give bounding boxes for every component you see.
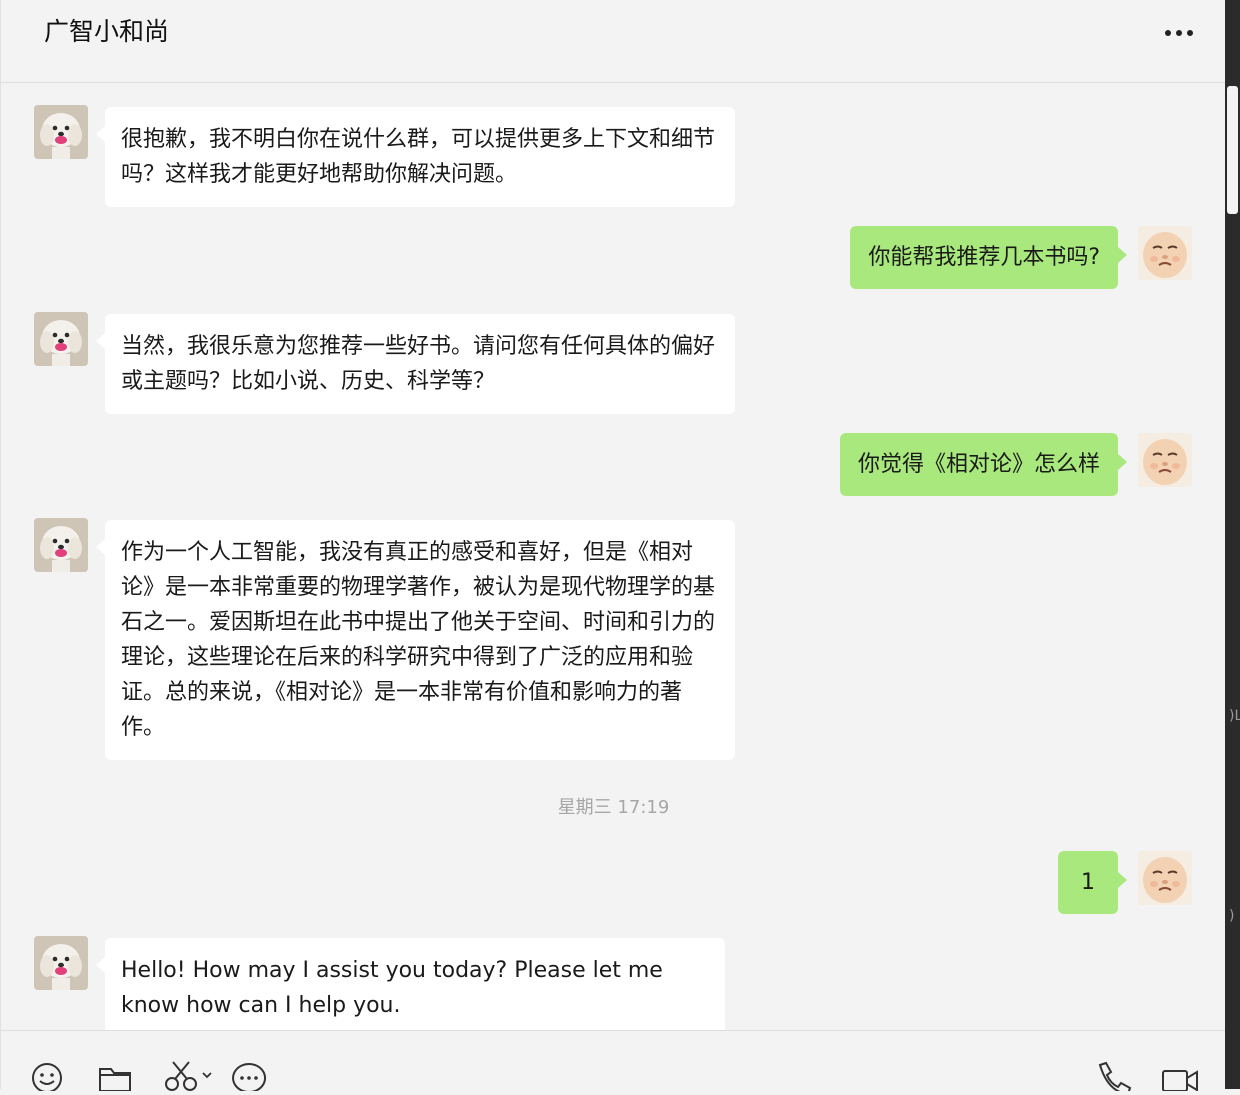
scissors-icon[interactable]	[163, 1061, 219, 1091]
emoji-icon[interactable]	[29, 1061, 69, 1093]
video-call-icon[interactable]	[1161, 1061, 1201, 1092]
bot-avatar[interactable]	[34, 105, 88, 159]
folder-icon[interactable]	[97, 1061, 137, 1092]
input-toolbar	[1, 1030, 1226, 1095]
message-bubble-incoming[interactable]: 很抱歉，我不明白你在说什么群，可以提供更多上下文和细节吗？这样我才能更好地帮助你…	[96, 107, 735, 207]
more-dot	[1176, 30, 1182, 36]
message-bubble-incoming[interactable]: Hello! How may I assist you today? Pleas…	[96, 938, 725, 1030]
chat-bubble-icon[interactable]	[230, 1061, 270, 1093]
message-bubble-incoming[interactable]: 作为一个人工智能，我没有真正的感受和喜好，但是《相对论》是一本非常重要的物理学著…	[96, 520, 735, 760]
chat-header: 广智小和尚	[1, 0, 1226, 83]
edge-fragment: )	[1229, 908, 1235, 924]
message-bubble-outgoing[interactable]: 1	[1058, 851, 1127, 914]
message-list[interactable]: 很抱歉，我不明白你在说什么群，可以提供更多上下文和细节吗？这样我才能更好地帮助你…	[1, 83, 1226, 1030]
message-timestamp: 星期三 17:19	[557, 797, 670, 818]
user-avatar[interactable]	[1138, 851, 1192, 905]
more-options-button[interactable]	[1156, 24, 1202, 42]
message-bubble-incoming[interactable]: 当然，我很乐意为您推荐一些好书。请问您有任何具体的偏好或主题吗？比如小说、历史、…	[96, 314, 735, 414]
message-bubble-outgoing[interactable]: 你觉得《相对论》怎么样	[839, 433, 1128, 496]
phone-icon[interactable]	[1094, 1061, 1134, 1095]
message-bubble-outgoing[interactable]: 你能帮我推荐几本书吗?	[850, 226, 1127, 289]
bot-avatar[interactable]	[34, 312, 88, 366]
bot-avatar[interactable]	[34, 518, 88, 572]
chat-window: 广智小和尚 很抱歉，我不明白你在说什么群，可以提供更多上下文和细节吗？这样我才能…	[0, 0, 1226, 1095]
more-dot	[1187, 30, 1193, 36]
user-avatar[interactable]	[1138, 226, 1192, 280]
edge-fragment: )L	[1229, 708, 1240, 724]
chat-title: 广智小和尚	[44, 17, 170, 46]
more-horizontal-icon	[1165, 30, 1171, 36]
bot-avatar[interactable]	[34, 936, 88, 990]
user-avatar[interactable]	[1138, 433, 1192, 487]
scrollbar-thumb[interactable]	[1227, 86, 1238, 214]
